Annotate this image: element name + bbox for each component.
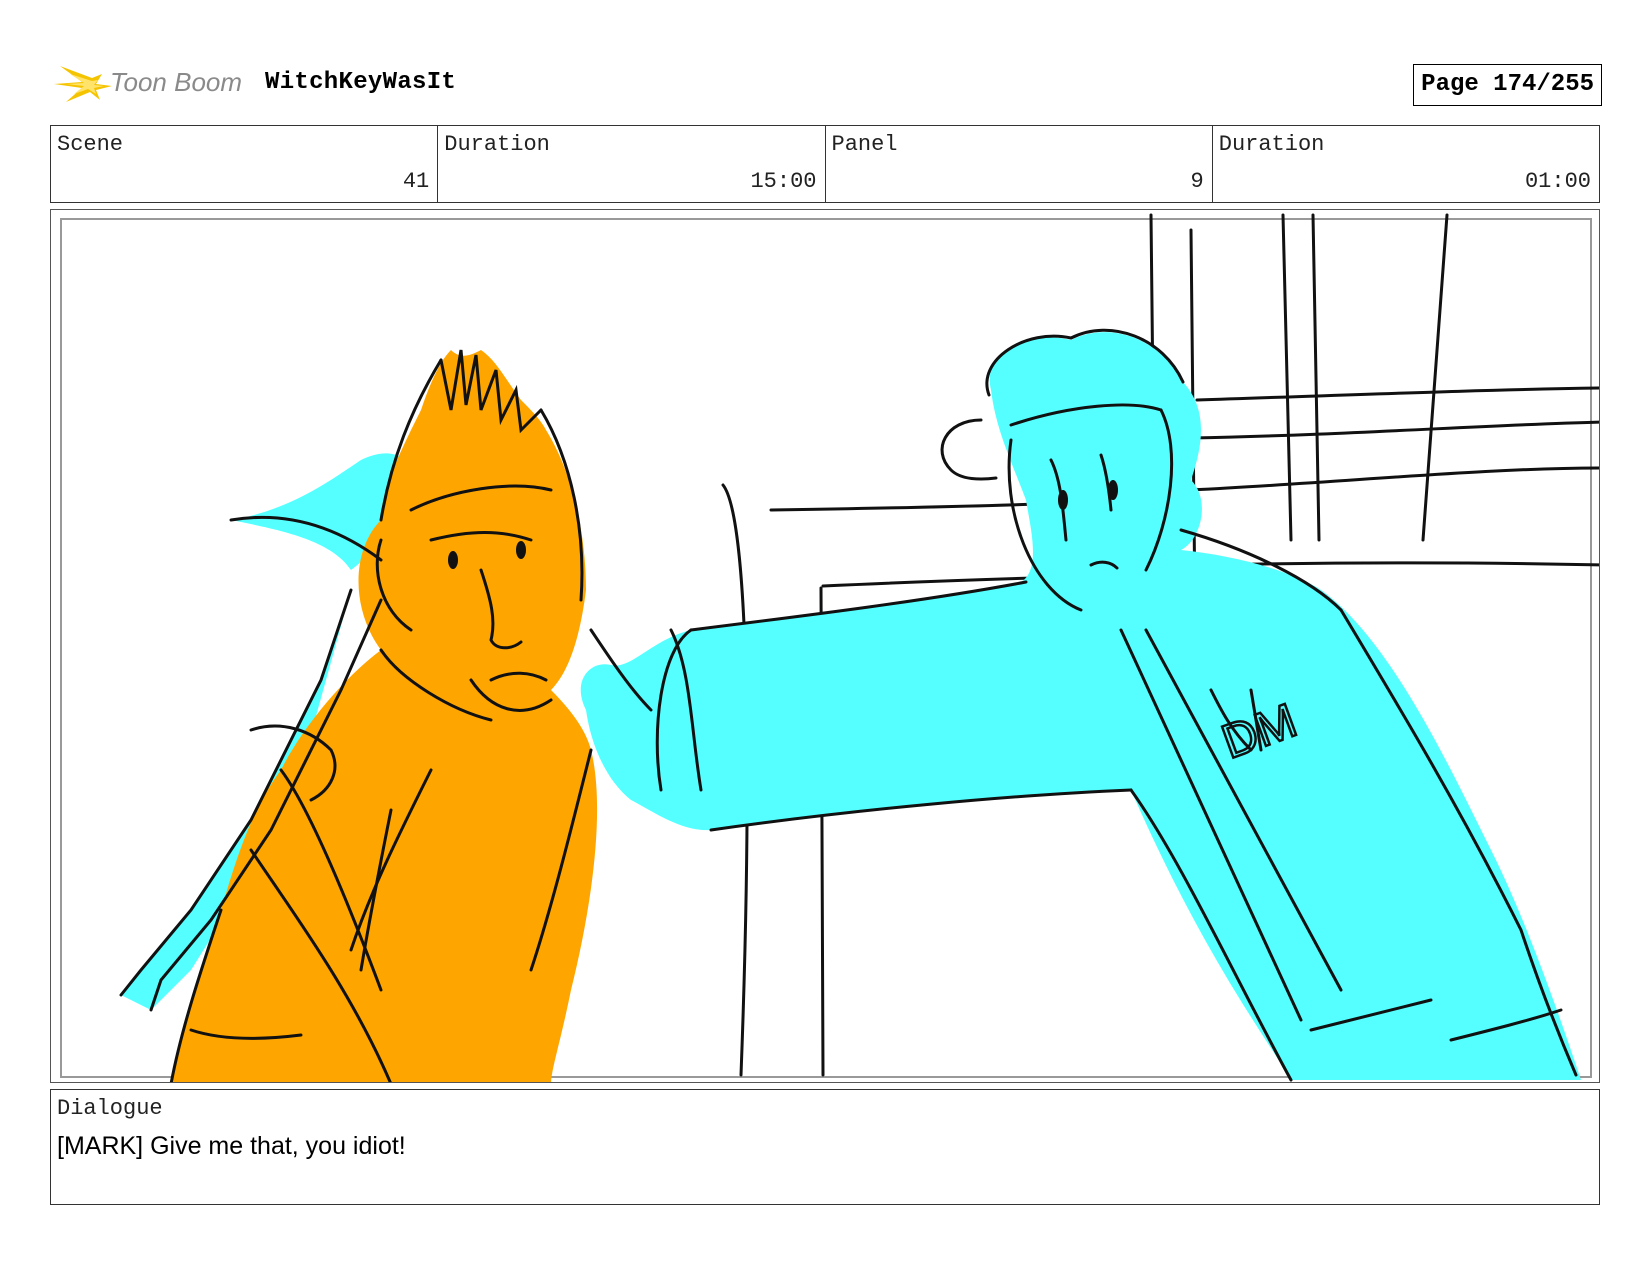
scene-cell: Scene 41 (51, 126, 439, 202)
dialogue-label: Dialogue (57, 1096, 163, 1121)
scene-label: Scene (57, 132, 124, 157)
project-title: WitchKeyWasIt (265, 69, 457, 96)
panel-duration-value: 01:00 (1524, 169, 1591, 194)
logo-burst-icon (54, 66, 112, 102)
panel-cell: Panel 9 (826, 126, 1213, 202)
panel-label: Panel (831, 132, 898, 157)
storyboard-panel: DM (50, 209, 1600, 1083)
panel-duration-label: Duration (1218, 132, 1325, 157)
dialogue-text: [MARK] Give me that, you idiot! (57, 1132, 406, 1160)
toon-boom-logo: Toon Boom (52, 56, 252, 108)
logo-wordmark: Toon Boom (110, 67, 242, 97)
storyboard-drawing: DM (60, 213, 1599, 1082)
scene-duration-cell: Duration 15:00 (438, 126, 826, 202)
dialogue-box: Dialogue [MARK] Give me that, you idiot! (50, 1089, 1600, 1205)
scene-duration-value: 15:00 (750, 169, 817, 194)
panel-info-row: Scene 41 Duration 15:00 Panel 9 Duration… (50, 125, 1600, 203)
panel-duration-cell: Duration 01:00 (1213, 126, 1599, 202)
page-indicator: Page 174/255 (1413, 64, 1602, 106)
panel-value: 9 (1190, 169, 1204, 194)
scene-value: 41 (402, 169, 430, 194)
scene-duration-label: Duration (444, 132, 550, 157)
